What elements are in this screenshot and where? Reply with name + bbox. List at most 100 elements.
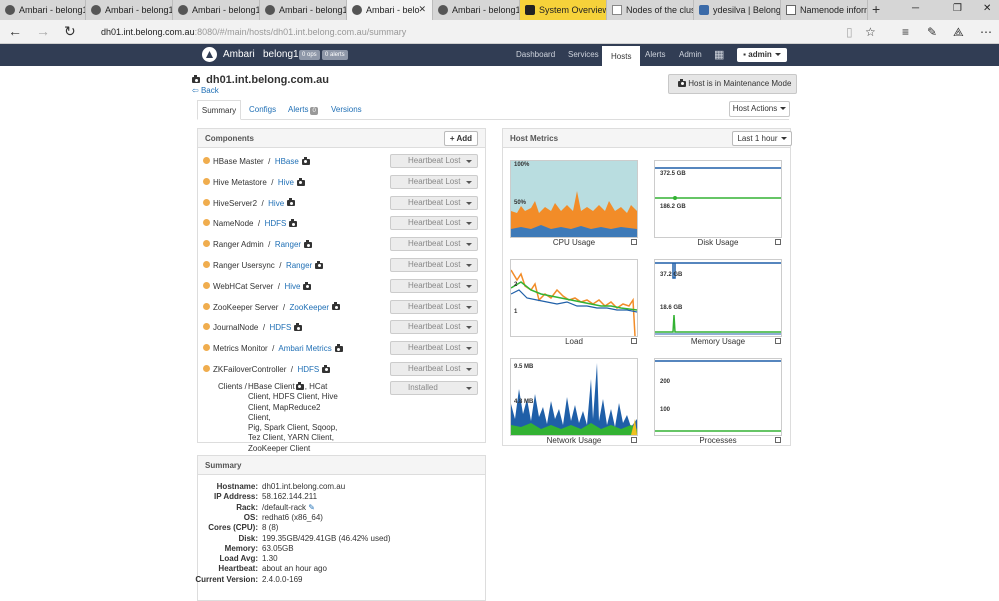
component-status-button[interactable]: Heartbeat Lost <box>390 195 478 210</box>
warning-status-icon <box>203 240 210 248</box>
network-usage-chart[interactable]: 9.5 MB 4.8 MB <box>510 358 638 436</box>
new-tab-button[interactable]: + <box>872 1 880 17</box>
refresh-icon[interactable]: ↻ <box>64 23 76 40</box>
disk-usage-chart[interactable]: 372.5 GB 186.2 GB <box>654 160 782 238</box>
component-status-button[interactable]: Heartbeat Lost <box>390 299 478 314</box>
tab-summary[interactable]: Summary <box>197 100 241 120</box>
expand-chart-icon[interactable] <box>631 239 637 245</box>
cluster-name[interactable]: belong1 <box>263 49 299 60</box>
disk-usage-label: Disk Usage <box>697 238 739 247</box>
brand-name[interactable]: Ambari <box>223 49 255 60</box>
nav-admin[interactable]: Admin <box>679 44 702 66</box>
component-status-button[interactable]: Heartbeat Lost <box>390 278 478 293</box>
service-link[interactable]: HDFS <box>265 219 287 228</box>
browser-tab-10[interactable]: Namenode inform <box>781 0 868 20</box>
summary-value: redhat6 (x86_64) <box>262 512 323 522</box>
service-link[interactable]: Hive <box>284 282 300 291</box>
hub-icon[interactable]: ≡ <box>902 25 909 39</box>
browser-tab-8[interactable]: Nodes of the clust <box>607 0 694 20</box>
minimize-icon[interactable]: ─ <box>912 3 919 14</box>
browser-tab-9[interactable]: ydesilva | Belong S <box>694 0 781 20</box>
service-link[interactable]: Ranger <box>275 240 301 249</box>
cpu-usage-chart[interactable]: 100% 50% <box>510 160 638 238</box>
component-status-button[interactable]: Heartbeat Lost <box>390 258 478 272</box>
expand-chart-icon[interactable] <box>775 437 781 443</box>
service-link[interactable]: HDFS <box>270 323 292 332</box>
component-status-button[interactable]: Heartbeat Lost <box>390 216 478 231</box>
back-link[interactable]: ⇦ Back <box>192 86 219 95</box>
maintenance-camera-icon <box>315 260 324 269</box>
browser-tab-3[interactable]: Ambari - belong1 <box>173 0 260 20</box>
reading-view-icon[interactable]: ▯ <box>846 25 853 39</box>
close-tab-icon[interactable]: ✕ <box>418 4 426 15</box>
browser-tab-7[interactable]: System Overview <box>520 0 607 20</box>
page-title: dh01.int.belong.com.au <box>192 74 329 86</box>
host-actions-button[interactable]: Host Actions <box>729 101 790 117</box>
component-status-button[interactable]: Heartbeat Lost <box>390 341 478 356</box>
url-field[interactable]: dh01.int.belong.com.au:8080/#/main/hosts… <box>101 27 406 37</box>
nav-hosts[interactable]: Hosts <box>602 44 641 66</box>
ambari-logo-icon[interactable] <box>202 47 217 62</box>
share-icon[interactable]: ⟁ <box>953 25 964 40</box>
component-status-button[interactable]: Heartbeat Lost <box>390 174 478 189</box>
component-status-button[interactable]: Heartbeat Lost <box>390 320 478 335</box>
edit-rack-icon[interactable]: ✎ <box>308 503 315 512</box>
component-status-button[interactable]: Heartbeat Lost <box>390 237 478 252</box>
expand-chart-icon[interactable] <box>631 338 637 344</box>
expand-chart-icon[interactable] <box>631 437 637 443</box>
load-chart[interactable]: 2 1 <box>510 259 638 337</box>
component-status-button[interactable]: Heartbeat Lost <box>390 154 478 168</box>
component-status-button[interactable]: Heartbeat Lost <box>390 362 478 376</box>
components-title: Components <box>205 134 254 143</box>
clients-status-button[interactable]: Installed <box>390 381 478 395</box>
nav-dashboard[interactable]: Dashboard <box>516 44 555 66</box>
maintenance-camera-icon <box>334 344 343 353</box>
time-range-button[interactable]: Last 1 hour <box>732 131 792 146</box>
forward-arrow-icon[interactable]: → <box>36 23 50 39</box>
component-name: HiveServer2 / Hive <box>213 198 296 208</box>
page-favicon-icon <box>612 5 622 15</box>
browser-tab-active[interactable]: Ambari - belo ✕ <box>347 0 433 20</box>
system-overview-favicon-icon <box>525 5 535 15</box>
summary-value: 1.30 <box>262 554 278 564</box>
tab-versions[interactable]: Versions <box>331 100 362 120</box>
service-link[interactable]: Ambari Metrics <box>278 344 331 353</box>
expand-chart-icon[interactable] <box>775 338 781 344</box>
browser-tab-4[interactable]: Ambari - belong1 <box>260 0 347 20</box>
service-link[interactable]: HDFS <box>297 365 319 374</box>
maintenance-mode-button[interactable]: Host is in Maintenance Mode <box>668 74 797 94</box>
nav-services[interactable]: Services <box>568 44 599 66</box>
web-note-icon[interactable]: ✎ <box>927 25 937 39</box>
views-grid-icon[interactable]: ▦ <box>714 44 724 66</box>
more-icon[interactable]: ⋯ <box>980 25 992 39</box>
nav-alerts[interactable]: Alerts <box>645 44 665 66</box>
service-link[interactable]: HBase <box>275 157 299 166</box>
browser-tab-1[interactable]: Ambari - belong1 <box>0 0 86 20</box>
processes-chart[interactable]: 200 100 <box>654 358 782 436</box>
memory-usage-chart[interactable]: 37.2 GB 18.6 GB <box>654 259 782 337</box>
favorite-star-icon[interactable]: ☆ <box>865 25 876 39</box>
service-link[interactable]: Ranger <box>286 261 312 270</box>
browser-tab-6[interactable]: Ambari - belong1 <box>433 0 520 20</box>
alerts-badge[interactable]: 0 alerts <box>322 50 348 60</box>
maintenance-camera-icon <box>294 323 303 332</box>
tab-alerts[interactable]: Alerts 0 <box>288 100 318 120</box>
expand-chart-icon[interactable] <box>775 239 781 245</box>
tab-configs[interactable]: Configs <box>249 100 276 120</box>
window-close-icon[interactable]: ✕ <box>983 3 991 14</box>
user-menu-button[interactable]: ▪ admin <box>737 48 787 62</box>
component-name: NameNode / HDFS <box>213 219 298 228</box>
metrics-title: Host Metrics <box>510 134 559 143</box>
chevron-down-icon <box>780 107 787 111</box>
service-link[interactable]: Hive <box>278 178 294 187</box>
browser-tab-2[interactable]: Ambari - belong1 <box>86 0 173 20</box>
maintenance-camera-icon <box>303 281 312 290</box>
maximize-icon[interactable]: ❐ <box>953 3 962 14</box>
summary-value: 63.05GB <box>262 543 294 553</box>
add-component-button[interactable]: + Add <box>444 131 478 146</box>
chevron-down-icon <box>780 137 787 141</box>
back-arrow-icon[interactable]: ← <box>8 23 22 39</box>
ops-badge[interactable]: 0 ops <box>299 50 320 60</box>
service-link[interactable]: ZooKeeper <box>290 303 330 312</box>
service-link[interactable]: Hive <box>268 199 284 208</box>
